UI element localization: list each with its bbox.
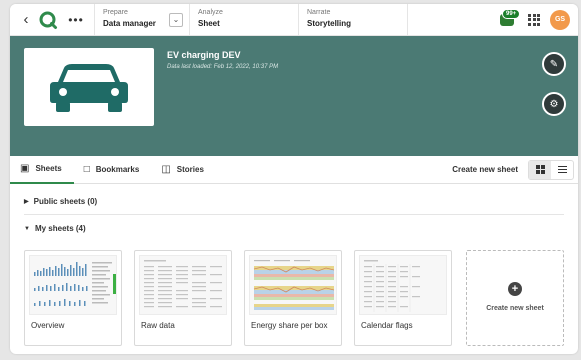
story-icon: ◫ xyxy=(161,164,171,175)
sheet-thumbnail xyxy=(249,255,337,315)
sheet-title: Raw data xyxy=(141,321,175,330)
top-navigation: ‹ ••• Prepare Data manager ⌄ Analyze She… xyxy=(10,4,578,36)
app-banner: EV charging DEV Data last loaded: Feb 12… xyxy=(10,36,578,156)
tab-label: Bookmarks xyxy=(95,165,140,174)
plus-circle-icon: + xyxy=(508,282,522,296)
data-last-loaded: Data last loaded: Feb 12, 2022, 10:37 PM xyxy=(167,64,279,70)
nav-step-prepare[interactable]: Prepare Data manager xyxy=(95,4,165,36)
tab-sheets[interactable]: ▣ Sheets xyxy=(10,156,74,184)
tab-bar: ▣ Sheets □ Bookmarks ◫ Stories Create ne… xyxy=(10,156,578,184)
back-icon[interactable]: ‹ xyxy=(16,4,36,36)
qlik-logo-icon[interactable] xyxy=(38,10,58,30)
nav-step-value: Data manager xyxy=(103,18,156,28)
nav-step-narrate[interactable]: Narrate Storytelling xyxy=(299,4,407,36)
list-view-icon[interactable] xyxy=(551,161,573,179)
sheet-title: Overview xyxy=(31,321,65,330)
section-divider xyxy=(24,214,564,215)
sheet-thumbnail xyxy=(139,255,227,315)
create-new-sheet-label: Create new sheet xyxy=(486,305,544,312)
nav-right-actions: 99+ GS xyxy=(498,4,578,36)
create-new-sheet-card[interactable]: + Create new sheet xyxy=(466,250,564,346)
tab-label: Stories xyxy=(176,165,204,174)
caret-right-icon: ▶ xyxy=(24,199,29,205)
nav-step-label: Analyze xyxy=(198,8,223,16)
caret-down-icon: ▼ xyxy=(24,225,30,232)
public-sheets-section[interactable]: ▶ Public sheets (0) xyxy=(24,197,97,206)
tab-bookmarks[interactable]: □ Bookmarks xyxy=(74,156,152,184)
avatar[interactable]: GS xyxy=(550,9,570,30)
nav-step-label: Prepare xyxy=(103,8,128,16)
sheet-icon: ▣ xyxy=(20,163,30,174)
app-title: EV charging DEV xyxy=(167,50,241,60)
nav-step-analyze[interactable]: Analyze Sheet xyxy=(190,4,298,36)
notification-badge: 99+ xyxy=(502,8,521,19)
my-sheets-section[interactable]: ▼ My sheets (4) xyxy=(24,224,86,233)
nav-step-label: Narrate xyxy=(307,8,331,16)
nav-step-value: Sheet xyxy=(198,18,220,28)
sheet-card[interactable]: Raw data xyxy=(134,250,232,346)
car-icon xyxy=(50,64,128,112)
app-launcher-icon[interactable] xyxy=(528,13,540,26)
more-horizontal-icon[interactable]: ••• xyxy=(66,13,86,27)
nav-step-value: Storytelling xyxy=(307,18,352,28)
section-label: My sheets (4) xyxy=(34,224,86,233)
sheet-thumbnail xyxy=(29,255,117,315)
edit-pencil-icon[interactable]: ✎ xyxy=(542,52,566,76)
settings-gear-icon[interactable]: ⚙ xyxy=(542,92,566,116)
app-overview-window: ‹ ••• Prepare Data manager ⌄ Analyze She… xyxy=(10,4,578,354)
chevron-down-icon[interactable]: ⌄ xyxy=(169,12,183,27)
nav-divider xyxy=(407,4,408,36)
section-label: Public sheets (0) xyxy=(33,197,98,206)
app-thumbnail xyxy=(24,48,154,126)
grid-view-icon[interactable] xyxy=(529,160,551,179)
sheet-card[interactable]: Overview xyxy=(24,250,122,346)
sheet-title: Calendar flags xyxy=(361,321,413,330)
tab-label: Sheets xyxy=(35,164,62,173)
sheet-card[interactable]: Energy share per box xyxy=(244,250,342,346)
view-toggle xyxy=(528,159,574,180)
sheet-title: Energy share per box xyxy=(251,321,328,330)
tab-stories[interactable]: ◫ Stories xyxy=(151,156,216,184)
bookmark-icon: □ xyxy=(83,164,90,175)
create-new-sheet-button[interactable]: Create new sheet xyxy=(452,165,518,174)
sheet-thumbnail xyxy=(359,255,447,315)
sheet-card[interactable]: Calendar flags xyxy=(354,250,452,346)
notifications-button[interactable]: 99+ xyxy=(498,8,521,29)
